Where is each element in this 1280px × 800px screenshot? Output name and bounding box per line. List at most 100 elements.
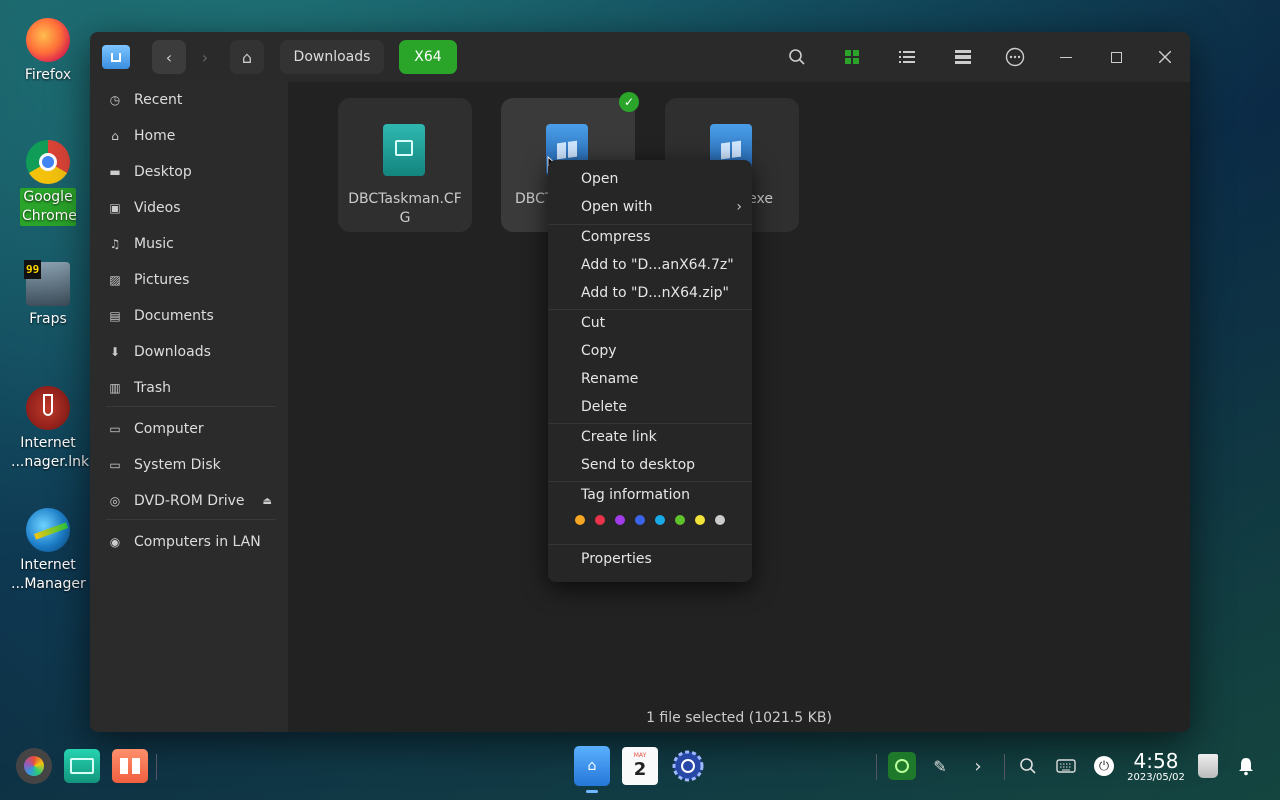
trash-icon: ▥: [109, 381, 121, 395]
menu-item-properties[interactable]: Properties: [548, 545, 752, 573]
breadcrumb-downloads[interactable]: Downloads: [280, 40, 384, 74]
menu-button[interactable]: [998, 40, 1032, 74]
eject-icon[interactable]: ⏏: [263, 496, 272, 507]
menu-item-copy[interactable]: Copy: [548, 337, 752, 365]
sidebar-item-videos[interactable]: ▣ Videos: [98, 192, 282, 224]
minimize-icon: [1060, 56, 1072, 58]
search-dock-button[interactable]: [1014, 752, 1042, 780]
sidebar-item-pictures[interactable]: ▨ Pictures: [98, 264, 282, 296]
sidebar-item-label: Pictures: [134, 272, 190, 288]
menu-item-add-7z[interactable]: Add to "D...anX64.7z": [548, 251, 752, 279]
sidebar-divider: [106, 406, 276, 407]
menu-item-send-to-desktop[interactable]: Send to desktop: [548, 451, 752, 479]
trash-dock-button[interactable]: [1194, 750, 1222, 782]
sidebar-item-label: DVD-ROM Drive: [134, 493, 245, 509]
tag-color-dot[interactable]: [655, 515, 665, 525]
menu-item-add-zip[interactable]: Add to "D...nX64.zip": [548, 279, 752, 307]
sidebar-item-downloads[interactable]: ⬇ Downloads: [98, 336, 282, 368]
tag-color-dot[interactable]: [715, 515, 725, 525]
network-icon: ◉: [109, 535, 121, 549]
close-button[interactable]: [1148, 40, 1182, 74]
tag-color-dot[interactable]: [675, 515, 685, 525]
multitask-view-button[interactable]: [64, 749, 100, 783]
dock-divider: [1004, 754, 1005, 780]
tray-app-button[interactable]: [888, 752, 916, 780]
tag-color-dot[interactable]: [595, 515, 605, 525]
launcher-button[interactable]: [16, 748, 52, 784]
forward-button[interactable]: ›: [188, 40, 222, 74]
menu-item-open-with[interactable]: Open with ›: [548, 193, 752, 221]
firefox-icon: [26, 18, 70, 62]
desktop-icon-fraps[interactable]: 99 Fraps: [10, 260, 86, 329]
idm-icon: [26, 508, 70, 552]
tag-color-dot[interactable]: [575, 515, 585, 525]
sidebar-item-dvd-rom[interactable]: ◎ DVD-ROM Drive ⏏: [98, 485, 282, 517]
menu-item-cut[interactable]: Cut: [548, 309, 752, 337]
sidebar-item-computer[interactable]: ▭ Computer: [98, 413, 282, 445]
more-options-icon: [1005, 47, 1025, 67]
breadcrumb-x64[interactable]: X64: [399, 40, 457, 74]
minimize-button[interactable]: [1049, 40, 1083, 74]
sidebar-item-system-disk[interactable]: ▭ System Disk: [98, 449, 282, 481]
chevron-right-icon: ›: [201, 47, 209, 67]
tray-expand-button[interactable]: ›: [964, 752, 992, 780]
checkmark-icon: ✓: [619, 92, 639, 112]
chevron-right-icon: ›: [974, 755, 982, 777]
sidebar-item-label: System Disk: [134, 457, 221, 473]
file-manager-dock-button[interactable]: ⌂: [574, 746, 610, 786]
desktop-icon-label: Fraps: [29, 311, 67, 327]
menu-item-create-link[interactable]: Create link: [548, 423, 752, 451]
desktop-icon-idm[interactable]: Internet ...Manager: [10, 508, 86, 594]
desktop-icon-chrome[interactable]: Google Chrome: [10, 140, 86, 226]
menu-item-compress[interactable]: Compress: [548, 223, 752, 251]
desktop-icon-label: Internet ...Manager: [11, 557, 86, 592]
clock[interactable]: 4:58 2023/05/02: [1124, 750, 1188, 784]
detail-view-button[interactable]: [946, 40, 980, 74]
maximize-button[interactable]: [1099, 40, 1133, 74]
archive-file-icon: [383, 124, 425, 176]
notification-button[interactable]: [1232, 752, 1260, 780]
launcher-icon: [24, 756, 44, 776]
calendar-day: 2: [633, 759, 647, 780]
video-icon: ▣: [109, 201, 121, 215]
desktop-icon-idm-link[interactable]: Internet ...nager.lnk: [10, 386, 89, 472]
sidebar-item-label: Desktop: [134, 164, 192, 180]
sidebar-item-recent[interactable]: ◷ Recent: [98, 84, 282, 116]
chevron-left-icon: ‹: [165, 47, 173, 67]
settings-dock-button[interactable]: [670, 748, 706, 784]
menu-item-delete[interactable]: Delete: [548, 393, 752, 421]
file-item-cfg[interactable]: DBCTaskman.CF G: [338, 98, 472, 232]
download-icon: ⬇: [109, 345, 121, 359]
screen-pen-button[interactable]: ✎: [926, 752, 954, 780]
workspace-button[interactable]: [112, 749, 148, 783]
clock-date: 2023/05/02: [1127, 772, 1185, 783]
tag-color-dot[interactable]: [615, 515, 625, 525]
disk-icon: ▭: [109, 458, 121, 472]
tag-color-dot[interactable]: [635, 515, 645, 525]
sidebar-item-trash[interactable]: ▥ Trash: [98, 372, 282, 404]
keyboard-icon: [1056, 759, 1076, 773]
desktop-icon: ▬: [109, 165, 121, 179]
home-button[interactable]: ⌂: [230, 40, 264, 74]
calendar-dock-button[interactable]: MAY 2: [622, 747, 658, 785]
sidebar-item-desktop[interactable]: ▬ Desktop: [98, 156, 282, 188]
menu-item-tag-information[interactable]: Tag information: [548, 481, 752, 509]
sidebar-item-documents[interactable]: ▤ Documents: [98, 300, 282, 332]
desktop-icon-firefox[interactable]: Firefox: [10, 18, 86, 85]
list-view-button[interactable]: [890, 40, 924, 74]
menu-item-rename[interactable]: Rename: [548, 365, 752, 393]
keyboard-button[interactable]: [1052, 752, 1080, 780]
tag-color-dot[interactable]: [695, 515, 705, 525]
sidebar-item-label: Trash: [134, 380, 171, 396]
sidebar-item-label: Computers in LAN: [134, 534, 261, 550]
active-indicator: [586, 790, 598, 793]
menu-item-open[interactable]: Open: [548, 165, 752, 193]
sidebar-item-computers-in-lan[interactable]: ◉ Computers in LAN: [98, 526, 282, 558]
back-button[interactable]: ‹: [152, 40, 186, 74]
power-button[interactable]: ⏻: [1090, 752, 1118, 780]
icon-view-button[interactable]: [835, 40, 869, 74]
sidebar-item-home[interactable]: ⌂ Home: [98, 120, 282, 152]
maximize-icon: [1110, 51, 1122, 63]
sidebar-item-music[interactable]: ♫ Music: [98, 228, 282, 260]
search-button[interactable]: [780, 40, 814, 74]
